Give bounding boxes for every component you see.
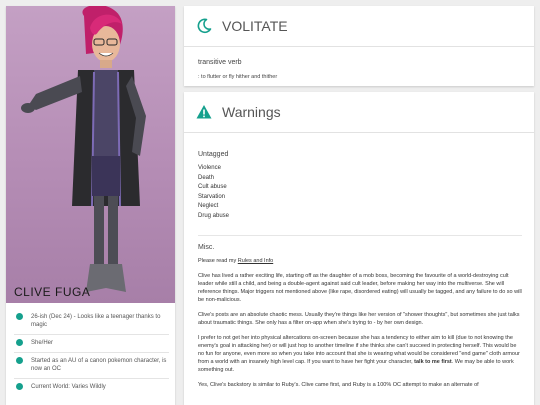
character-illustration (21, 6, 146, 292)
word-panel: VOLITATE transitive verb : to flutter or… (184, 6, 534, 86)
info-text: 26-ish (Dec 24) - Looks like a teenager … (31, 314, 161, 328)
untagged-heading: Untagged (198, 151, 229, 158)
word-title: VOLITATE (222, 18, 288, 34)
warning-item: Drug abuse (198, 212, 230, 219)
warning-item: Cult abuse (198, 184, 227, 190)
paragraph-posts: Clive's posts are an absolute chaotic me… (198, 312, 520, 326)
info-text: She/Her (31, 340, 54, 346)
character-name: CLIVE FUGA (14, 285, 91, 299)
bullet-icon (16, 383, 23, 390)
part-of-speech: transitive verb (198, 59, 242, 66)
warnings-panel: Warnings Untagged Violence Death Cult ab… (184, 92, 534, 405)
word-panel-header: VOLITATE (184, 6, 534, 47)
warning-item: Death (198, 174, 215, 181)
misc-heading: Misc. (198, 244, 215, 251)
rules-line: Please read my Rules and Info (198, 257, 522, 265)
rules-prefix: Please read my (198, 258, 238, 264)
warning-triangle-icon (196, 105, 212, 119)
info-item-origin: Started as an AU of a canon pokemon char… (14, 353, 169, 379)
rules-link[interactable]: Rules and Info (238, 258, 273, 264)
info-item-age: 26-ish (Dec 24) - Looks like a teenager … (14, 309, 169, 335)
info-item-pronouns: She/Her (14, 335, 169, 353)
bullet-icon (16, 313, 23, 320)
bullet-icon (16, 357, 23, 364)
fighting-bold: talk to me first (414, 359, 452, 365)
warning-list: Violence Death Cult abuse Starvation Neg… (198, 164, 522, 221)
warnings-title: Warnings (222, 104, 281, 120)
warning-item: Starvation (198, 193, 226, 200)
section-divider (198, 235, 522, 236)
word-definition: transitive verb : to flutter or fly hith… (184, 47, 534, 80)
bullet-icon (16, 339, 23, 346)
info-text: Current World: Varies Wildly (31, 384, 106, 390)
paragraph-fighting: I prefer to not get her into physical al… (198, 334, 522, 374)
character-info-list: 26-ish (Dec 24) - Looks like a teenager … (6, 303, 175, 396)
info-item-world: Current World: Varies Wildly (14, 379, 169, 396)
moon-icon (197, 18, 212, 34)
definition-text: : to flutter or fly hither and thither (198, 74, 278, 80)
warning-item: Neglect (198, 203, 219, 209)
paragraph-ruby: Yes, Clive's backstory is similar to Rub… (198, 382, 479, 388)
info-text: Started as an AU of a canon pokemon char… (31, 358, 167, 372)
warning-item: Violence (198, 165, 221, 171)
paragraph-backstory: Clive has lived a rather exciting life, … (198, 273, 522, 303)
warnings-content: Untagged Violence Death Cult abuse Starv… (184, 133, 534, 389)
warnings-panel-header: Warnings (184, 92, 534, 133)
character-card: CLIVE FUGA 26-ish (Dec 24) - Looks like … (6, 6, 175, 405)
character-portrait: CLIVE FUGA (6, 6, 175, 303)
